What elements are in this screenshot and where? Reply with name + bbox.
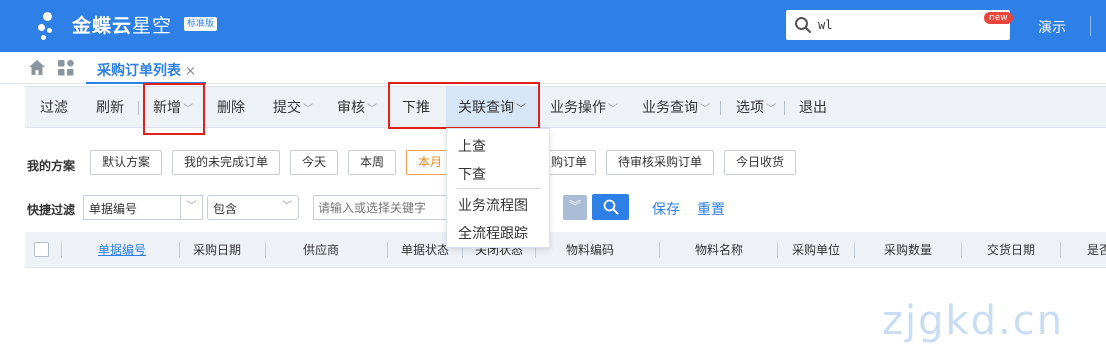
chevron-down-icon: ﹀ <box>766 104 776 115</box>
tab-purchase-order-list[interactable]: 采购订单列表 × <box>86 52 206 84</box>
scheme-today-receipt[interactable]: 今日收货 <box>724 150 796 175</box>
scheme-label: 我的方案 <box>27 159 76 173</box>
quick-search-button[interactable] <box>592 194 629 220</box>
brand-name: 金蝶云星空 <box>72 15 173 37</box>
home-icon[interactable] <box>28 59 46 76</box>
scheme-today[interactable]: 今天 <box>290 150 338 175</box>
submit-button[interactable]: 提交 ﹀ <box>273 87 313 129</box>
scheme-my-unfinished[interactable]: 我的未完成订单 <box>172 150 280 175</box>
watermark: zjgkd.cn <box>882 298 1065 344</box>
double-chevron-down-icon[interactable]: ︾ <box>563 195 587 220</box>
column-divider <box>61 242 62 258</box>
search-icon <box>603 199 619 215</box>
search-icon <box>795 17 812 34</box>
chevron-down-icon: ﹀ <box>303 104 313 115</box>
column-material-code[interactable]: 物料编码 <box>536 232 644 268</box>
exit-button[interactable]: 退出 <box>799 87 827 129</box>
toolbar-divider <box>138 101 139 115</box>
global-search[interactable] <box>786 10 1010 40</box>
menu-item-full-process-tracking[interactable]: 全流程跟踪 <box>458 223 528 243</box>
menu-divider <box>457 188 541 189</box>
chevron-down-icon: ﹀ <box>282 201 292 212</box>
scheme-default[interactable]: 默认方案 <box>90 150 162 175</box>
filter-button[interactable]: 过滤 <box>40 87 68 129</box>
new-badge: new <box>984 12 1013 24</box>
select-all-checkbox[interactable] <box>34 242 49 257</box>
column-divider <box>1060 242 1061 258</box>
edition-badge: 标准版 <box>184 17 218 31</box>
related-query-menu: 上查 下查 业务流程图 全流程跟踪 <box>446 128 550 248</box>
chevron-down-icon: ﹀ <box>367 104 377 115</box>
column-is-flag[interactable]: 是否 <box>1087 232 1106 268</box>
column-material-name[interactable]: 物料名称 <box>660 232 778 268</box>
filter-field-select[interactable]: 单据编号 ﹀ <box>83 195 203 220</box>
apps-grid-icon[interactable] <box>57 59 75 77</box>
scheme-this-week[interactable]: 本周 <box>348 150 396 175</box>
reset-filter-link[interactable]: 重置 <box>697 199 725 219</box>
grid-header: 单据编号 采购日期 供应商 单据状态 关闭状态 物料编码 物料名称 采购单位 采… <box>25 232 1106 268</box>
save-filter-link[interactable]: 保存 <box>652 199 680 219</box>
toolbar-divider <box>784 101 785 115</box>
tab-strip: 采购订单列表 × <box>0 52 1106 84</box>
column-purchase-date[interactable]: 采购日期 <box>180 232 254 268</box>
user-name[interactable]: 演示 <box>1038 17 1066 37</box>
scheme-pending-audit[interactable]: 待审核采购订单 <box>606 150 714 175</box>
highlight-box-add-new <box>143 83 205 135</box>
menu-item-trace-down[interactable]: 下查 <box>458 164 486 184</box>
toolbar-divider <box>720 101 721 115</box>
business-operation-button[interactable]: 业务操作 ﹀ <box>550 87 618 129</box>
kingdee-logo-icon <box>38 10 66 42</box>
keyword-input[interactable] <box>318 197 438 218</box>
column-supplier[interactable]: 供应商 <box>266 232 376 268</box>
column-bill-no[interactable]: 单据编号 <box>65 232 179 268</box>
tab-label: 采购订单列表 <box>97 63 181 79</box>
options-button[interactable]: 选项 ﹀ <box>736 87 776 129</box>
column-delivery-date[interactable]: 交货日期 <box>962 232 1060 268</box>
chevron-down-icon: ﹀ <box>700 104 710 115</box>
top-header: 金蝶云星空 标准版 new 演示 <box>0 0 1106 52</box>
menu-item-business-flowchart[interactable]: 业务流程图 <box>458 195 528 215</box>
delete-button[interactable]: 删除 <box>217 87 245 129</box>
chevron-down-icon: ﹀ <box>608 104 618 115</box>
highlight-box-push-related <box>388 82 540 129</box>
quick-filter-label: 快捷过滤 <box>27 203 76 217</box>
header-divider <box>1090 16 1091 36</box>
refresh-button[interactable]: 刷新 <box>96 87 124 129</box>
audit-button[interactable]: 审核 ﹀ <box>337 87 377 129</box>
search-input[interactable] <box>818 15 968 35</box>
filter-operator-select[interactable]: 包含 ﹀ <box>207 195 299 220</box>
menu-item-trace-up[interactable]: 上查 <box>458 136 486 156</box>
column-purchase-unit[interactable]: 采购单位 <box>778 232 854 268</box>
close-icon[interactable]: × <box>185 64 196 79</box>
column-purchase-qty[interactable]: 采购数量 <box>855 232 961 268</box>
business-query-button[interactable]: 业务查询 ﹀ <box>642 87 710 129</box>
chevron-down-icon: ﹀ <box>180 196 202 219</box>
